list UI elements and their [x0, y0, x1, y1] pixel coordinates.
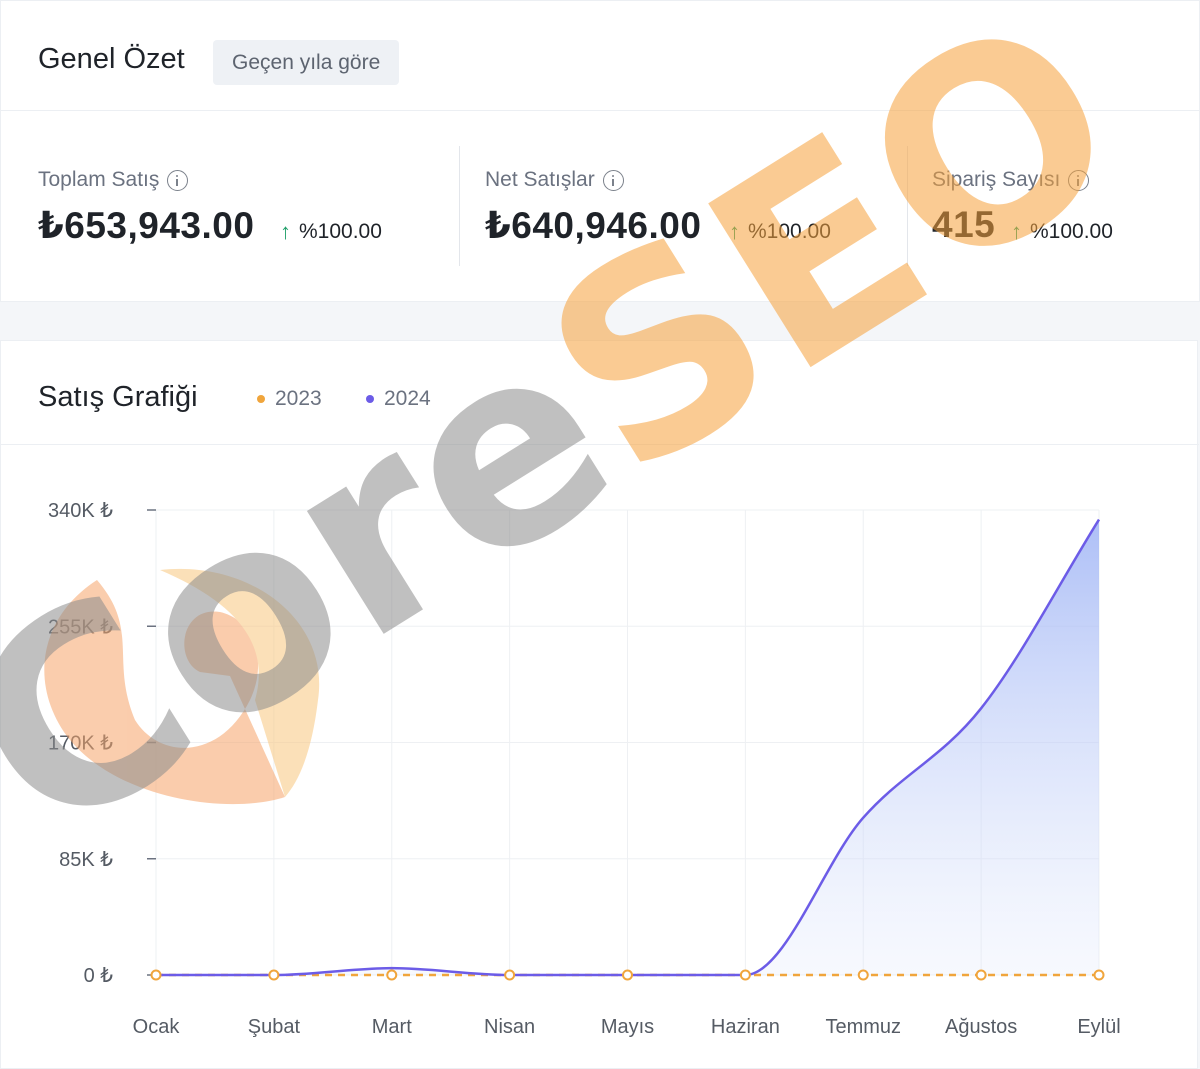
- x-tick-label: Eylül: [1077, 1016, 1120, 1038]
- y-tick-label: 0 ₺: [84, 965, 114, 987]
- y-tick-label: 340K ₺: [48, 500, 113, 522]
- x-tick-label: Şubat: [248, 1016, 301, 1038]
- series-2023-point: [739, 969, 751, 981]
- y-tick-label: 255K ₺: [48, 616, 113, 638]
- series-2023-point: [1093, 969, 1105, 981]
- sales-chart-plot: 0 ₺ 85K ₺ 170K ₺ 255K ₺ 340K ₺ Ocak Şubat Mart N…: [48, 500, 1121, 1038]
- y-tick-label: 85K ₺: [59, 849, 113, 871]
- x-tick-label: Temmuz: [825, 1016, 901, 1038]
- series-2023-point: [975, 969, 987, 981]
- series-2023-point: [268, 969, 280, 981]
- x-tick-label: Haziran: [711, 1016, 780, 1038]
- series-2023-point: [386, 969, 398, 981]
- series-2023-point: [150, 969, 162, 981]
- x-tick-label: Mayıs: [601, 1016, 654, 1038]
- x-tick-label: Ağustos: [945, 1016, 1017, 1038]
- x-tick-label: Ocak: [133, 1016, 181, 1038]
- series-2023-point: [622, 969, 633, 981]
- x-tick-label: Mart: [372, 1016, 412, 1038]
- series-2023-point: [857, 969, 869, 981]
- y-tick-label: 170K ₺: [48, 733, 113, 755]
- series-2023-point: [504, 969, 516, 981]
- x-tick-label: Nisan: [484, 1016, 535, 1038]
